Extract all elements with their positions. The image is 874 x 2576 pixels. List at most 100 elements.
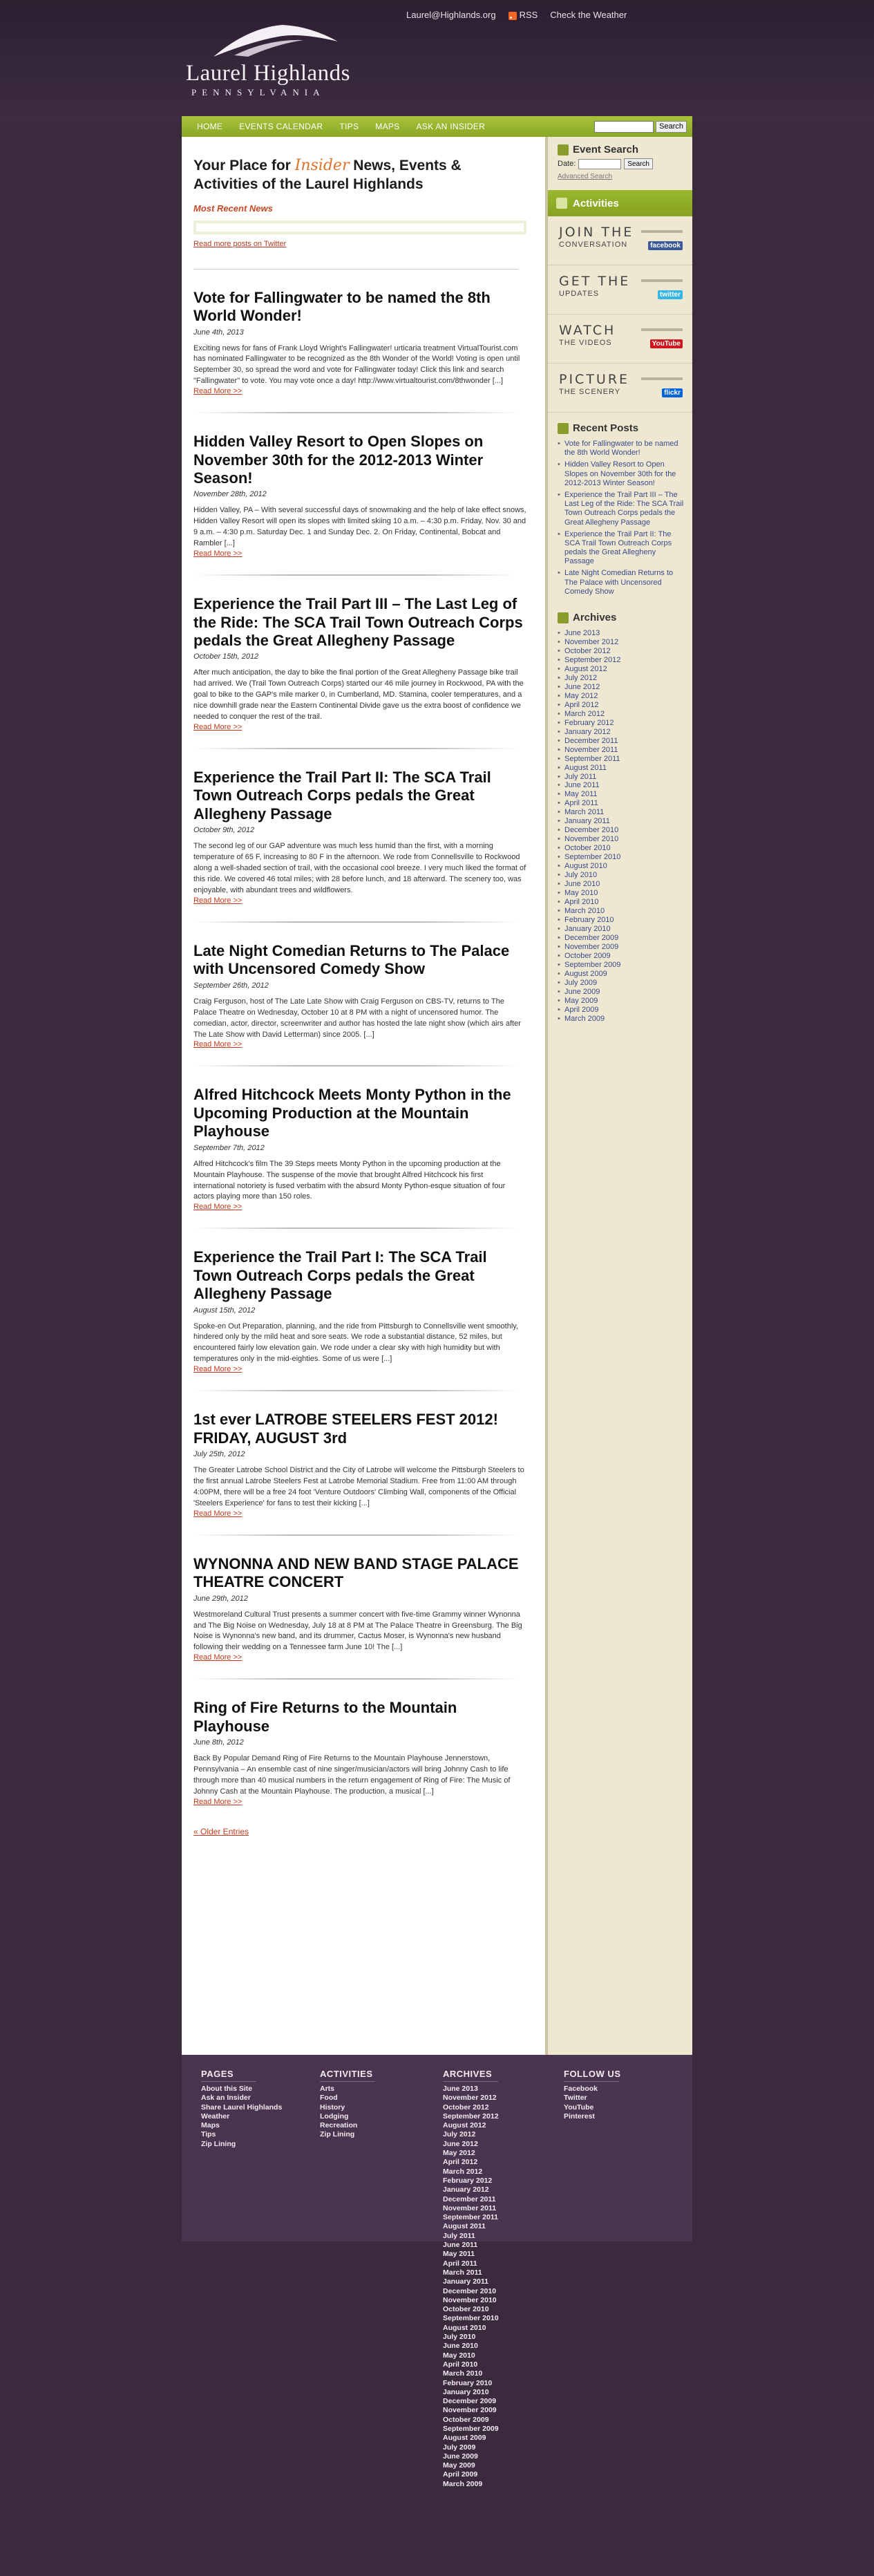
read-more-link[interactable]: Read More >> [193,1203,526,1211]
archive-link[interactable]: December 2010 [558,826,685,835]
archive-link[interactable]: July 2011 [558,773,685,782]
archive-link[interactable]: January 2011 [558,817,685,826]
post-title[interactable]: Late Night Comedian Returns to The Palac… [193,942,526,979]
footer-archive-link[interactable]: November 2012 [443,2094,499,2103]
archive-link[interactable]: February 2010 [558,916,685,925]
footer-archive-link[interactable]: December 2010 [443,2287,499,2296]
archive-link[interactable]: July 2009 [558,979,685,988]
recent-post-link[interactable]: Experience the Trail Part III – The Last… [558,491,685,527]
read-more-link[interactable]: Read More >> [193,387,526,395]
footer-page-link[interactable]: Weather [201,2112,282,2121]
footer-archive-link[interactable]: April 2012 [443,2158,499,2167]
archive-link[interactable]: June 2010 [558,880,685,889]
footer-page-link[interactable]: Zip Lining [201,2140,282,2149]
event-date-input[interactable] [578,158,622,169]
recent-post-link[interactable]: Hidden Valley Resort to Open Slopes on N… [558,460,685,488]
nav-home[interactable]: HOME [189,122,231,131]
footer-archive-link[interactable]: January 2011 [443,2277,499,2286]
footer-archive-link[interactable]: June 2010 [443,2342,499,2351]
archive-link[interactable]: October 2010 [558,844,685,853]
footer-archive-link[interactable]: September 2010 [443,2314,499,2323]
archive-link[interactable]: August 2010 [558,862,685,871]
footer-archive-link[interactable]: October 2009 [443,2416,499,2425]
recent-post-link[interactable]: Experience the Trail Part II: The SCA Tr… [558,530,685,567]
footer-page-link[interactable]: Tips [201,2130,282,2139]
footer-archive-link[interactable]: August 2009 [443,2434,499,2443]
archive-link[interactable]: January 2010 [558,925,685,934]
archive-link[interactable]: December 2009 [558,934,685,943]
footer-archive-link[interactable]: April 2009 [443,2470,499,2479]
footer-archive-link[interactable]: May 2011 [443,2250,499,2259]
archive-link[interactable]: April 2012 [558,701,685,710]
twitter-more-link[interactable]: Read more posts on Twitter [193,240,526,248]
post-title[interactable]: WYNONNA AND NEW BAND STAGE PALACE THEATR… [193,1555,526,1592]
footer-archive-link[interactable]: May 2012 [443,2149,499,2158]
footer-follow-link[interactable]: Facebook [564,2085,621,2094]
read-more-link[interactable]: Read More >> [193,896,526,905]
footer-archive-link[interactable]: February 2012 [443,2177,499,2185]
read-more-link[interactable]: Read More >> [193,723,526,731]
promo-flickr[interactable]: PICTURE THE SCENERY flickr [548,364,692,413]
read-more-link[interactable]: Read More >> [193,1365,526,1373]
footer-archive-link[interactable]: March 2010 [443,2369,499,2378]
footer-archive-link[interactable]: February 2010 [443,2379,499,2388]
archive-link[interactable]: August 2009 [558,970,685,979]
footer-archive-link[interactable]: August 2010 [443,2324,499,2333]
archive-link[interactable]: November 2010 [558,835,685,844]
read-more-link[interactable]: Read More >> [193,549,526,558]
archive-link[interactable]: August 2011 [558,764,685,773]
archive-link[interactable]: August 2012 [558,665,685,674]
search-button[interactable]: Search [656,120,687,133]
footer-activity-link[interactable]: Arts [320,2085,375,2094]
archive-link[interactable]: June 2009 [558,988,685,997]
archive-link[interactable]: December 2011 [558,737,685,746]
footer-archive-link[interactable]: December 2011 [443,2195,499,2204]
footer-page-link[interactable]: Share Laurel Highlands [201,2103,282,2112]
archive-link[interactable]: November 2009 [558,943,685,952]
archive-link[interactable]: November 2012 [558,638,685,647]
recent-post-link[interactable]: Late Night Comedian Returns to The Palac… [558,569,685,596]
weather-link[interactable]: Check the Weather [550,10,627,20]
footer-archive-link[interactable]: January 2010 [443,2388,499,2397]
archive-link[interactable]: May 2010 [558,889,685,898]
footer-archive-link[interactable]: August 2011 [443,2222,499,2231]
footer-activity-link[interactable]: History [320,2103,375,2112]
footer-archive-link[interactable]: April 2011 [443,2259,499,2268]
footer-archive-link[interactable]: July 2011 [443,2232,499,2241]
post-title[interactable]: Hidden Valley Resort to Open Slopes on N… [193,433,526,487]
footer-archive-link[interactable]: June 2009 [443,2452,499,2461]
archive-link[interactable]: May 2011 [558,790,685,799]
archive-link[interactable]: July 2012 [558,674,685,683]
footer-archive-link[interactable]: March 2009 [443,2480,499,2489]
email-link[interactable]: Laurel@Highlands.org [406,10,496,20]
search-input[interactable] [594,120,654,133]
archive-link[interactable]: March 2009 [558,1015,685,1024]
footer-archive-link[interactable]: August 2012 [443,2121,499,2130]
footer-activity-link[interactable]: Recreation [320,2121,375,2130]
footer-page-link[interactable]: About this Site [201,2085,282,2094]
archive-link[interactable]: January 2012 [558,728,685,737]
footer-archive-link[interactable]: January 2012 [443,2185,499,2194]
footer-archive-link[interactable]: June 2012 [443,2140,499,2149]
promo-facebook[interactable]: JOIN THE CONVERSATION facebook [548,216,692,265]
footer-follow-link[interactable]: Twitter [564,2094,621,2103]
read-more-link[interactable]: Read More >> [193,1653,526,1662]
footer-follow-link[interactable]: Pinterest [564,2112,621,2121]
footer-archive-link[interactable]: March 2012 [443,2168,499,2177]
post-title[interactable]: Experience the Trail Part III – The Last… [193,595,526,650]
archive-link[interactable]: September 2009 [558,961,685,970]
nav-tips[interactable]: TIPS [331,122,367,131]
promo-twitter[interactable]: GET THE UPDATES twitter [548,265,692,314]
archive-link[interactable]: April 2009 [558,1006,685,1015]
footer-page-link[interactable]: Maps [201,2121,282,2130]
event-search-button[interactable]: Search [624,158,653,169]
footer-activity-link[interactable]: Zip Lining [320,2130,375,2139]
footer-archive-link[interactable]: May 2010 [443,2351,499,2360]
footer-archive-link[interactable]: May 2009 [443,2461,499,2470]
archive-link[interactable]: March 2011 [558,808,685,817]
footer-archive-link[interactable]: September 2009 [443,2425,499,2434]
archive-link[interactable]: September 2010 [558,853,685,862]
footer-activity-link[interactable]: Food [320,2094,375,2103]
footer-archive-link[interactable]: November 2009 [443,2406,499,2415]
footer-archive-link[interactable]: July 2012 [443,2130,499,2139]
